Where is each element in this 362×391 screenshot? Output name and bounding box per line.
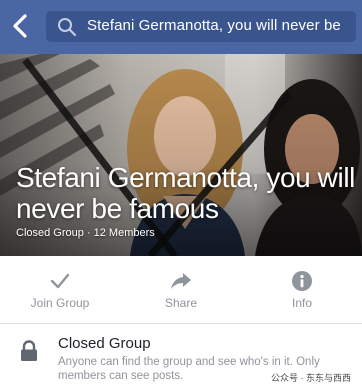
search-input[interactable]: Stefani Germanotta, you will never be: [46, 11, 356, 42]
info-label: Info: [291, 296, 312, 310]
share-button[interactable]: Share: [121, 256, 241, 323]
cover-photo: Stefani Germanotta, you will never be fa…: [0, 54, 362, 256]
lock-icon: [21, 340, 37, 361]
join-group-label: Join Group: [30, 296, 90, 310]
back-arrow-icon: [13, 14, 27, 38]
group-subtitle: Closed Group · 12 Members: [16, 227, 155, 239]
top-bar: Stefani Germanotta, you will never be: [0, 0, 362, 54]
checkmark-icon: [50, 273, 70, 289]
group-title: Stefani Germanotta, you will never be fa…: [16, 162, 355, 224]
search-query: Stefani Germanotta, you will never be: [87, 17, 341, 34]
group-actions: Join Group Share Info: [0, 256, 362, 324]
back-button[interactable]: [8, 10, 34, 42]
watermark: 公众号 · 东东与西西: [268, 370, 354, 385]
cover-image: [0, 54, 362, 256]
share-arrow-icon: [171, 273, 191, 289]
search-icon: [58, 18, 77, 37]
join-group-button[interactable]: Join Group: [0, 256, 120, 323]
privacy-title: Closed Group: [58, 335, 151, 352]
share-label: Share: [164, 296, 198, 310]
info-button[interactable]: Info: [242, 256, 362, 323]
info-icon: [292, 271, 312, 291]
